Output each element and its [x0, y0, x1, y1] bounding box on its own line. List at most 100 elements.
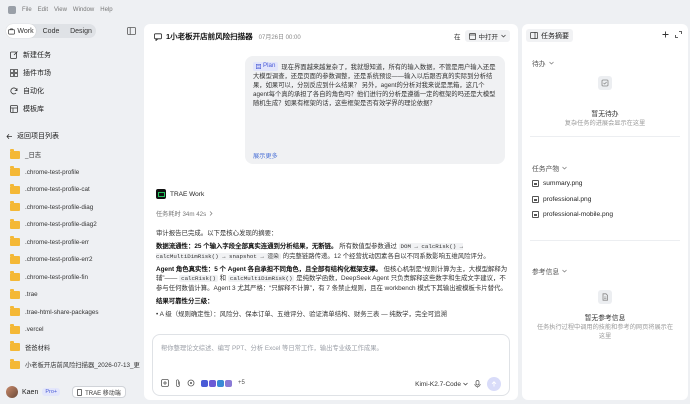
chevron-down-icon: [562, 166, 567, 170]
mode-work-tab[interactable]: Work: [6, 24, 36, 38]
menu-window[interactable]: Window: [73, 7, 94, 13]
plus-icon[interactable]: [662, 31, 669, 38]
model-label: Kimi-K2.7-Code: [415, 380, 461, 388]
nav-automation[interactable]: 自动化: [6, 82, 136, 100]
grid-icon: [10, 69, 18, 77]
nav-templates[interactable]: 模板库: [6, 100, 136, 118]
folder-icon: [10, 358, 20, 369]
sidebar-nav: 新建任务 插件市场 自动化 模板库: [6, 46, 136, 118]
project-item[interactable]: 爸爸材料: [6, 339, 140, 357]
message-composer[interactable]: 帮你整理论文综述、编写 PPT、分析 Excel 等日常工作，输出专业级工作成果…: [152, 334, 510, 396]
plugin-icons[interactable]: [201, 379, 232, 387]
p2-code-1: calcRisk(): [179, 275, 218, 283]
menu-view[interactable]: View: [54, 7, 67, 13]
menu-edit[interactable]: Edit: [38, 7, 48, 13]
open-in-button[interactable]: 中打开: [464, 30, 510, 42]
todo-section-header[interactable]: 待办: [532, 58, 554, 68]
plugin-icon: [217, 379, 224, 387]
voice-icon[interactable]: [474, 380, 481, 388]
project-label: .chrome-test-profile-err: [25, 238, 90, 246]
project-label: _日志: [25, 152, 42, 160]
project-label: .trae: [25, 291, 38, 299]
collapse-sidebar-button[interactable]: [127, 27, 136, 35]
mobile-app-button[interactable]: TRAE 移动端: [72, 386, 126, 398]
app-logo-icon: [8, 6, 16, 14]
task-title[interactable]: 1小老板开店前风险扫描器: [166, 31, 253, 42]
chevron-right-icon: [209, 211, 213, 216]
show-more-link[interactable]: 展示更多: [253, 151, 278, 160]
mobile-app-label: TRAE 移动端: [85, 390, 121, 397]
project-item[interactable]: _日志: [6, 146, 140, 164]
paperclip-icon[interactable]: [175, 379, 181, 387]
project-item[interactable]: 小老板开店前风险扫描器_2026-07-13_更新: [6, 356, 140, 374]
tools-icon[interactable]: [187, 379, 195, 387]
chevron-down-icon: [501, 34, 506, 38]
nav-new-task[interactable]: 新建任务: [6, 46, 136, 64]
project-item[interactable]: .trae-html-share-packages: [6, 304, 140, 322]
menu-help[interactable]: Help: [100, 7, 112, 13]
user-message-text: 现在界面越来越复杂了，我就想知道，所有的输入数据，不管是用户输入还是大模型调查，…: [253, 63, 496, 108]
p3-item-text: A 级（规则确定性）：风险分、保本订单、五维评分、验证清单结构、财务三表 — 纯…: [159, 311, 447, 319]
folder-icon: [10, 341, 20, 352]
todo-title: 待办: [532, 61, 546, 68]
nav-new-task-label: 新建任务: [23, 52, 51, 59]
open-in-prefix: 在: [454, 34, 461, 41]
report-paragraph-2: Agent 角色真实性：5 个 Agent 各自承担不同角色，且全部有结构化框架…: [156, 265, 508, 293]
empty-checklist-icon: [598, 76, 612, 90]
project-item[interactable]: .chrome-test-profile: [6, 164, 140, 182]
mode-design-tab[interactable]: Design: [66, 24, 96, 38]
project-label: .chrome-test-profile-diag2: [25, 221, 97, 229]
p2-code-2: calcMultiDimRisk(): [227, 275, 295, 283]
project-label: 小老板开店前风险扫描器_2026-07-13_更新: [25, 362, 140, 370]
p2-text-b: 和: [219, 275, 227, 283]
mode-code-label: Code: [42, 27, 60, 35]
project-item[interactable]: .trae: [6, 286, 140, 304]
more-plugins-count[interactable]: +5: [238, 380, 245, 386]
task-header: 1小老板开店前风险扫描器 07月26日 00:00 在 中打开: [144, 24, 518, 46]
project-label: .chrome-test-profile-fin: [25, 273, 88, 281]
main-panel: 1小老板开店前风险扫描器 07月26日 00:00 在 中打开 Plan 现在界…: [144, 24, 518, 400]
briefcase-icon: [8, 28, 16, 34]
nav-plugin-market[interactable]: 插件市场: [6, 64, 136, 82]
sidebar-toggle-icon: [127, 27, 136, 35]
elapsed-label: 任务耗时 34m 42s: [156, 211, 207, 218]
model-selector[interactable]: Kimi-K2.7-Code: [415, 381, 468, 388]
project-item[interactable]: .chrome-test-profile-diag2: [6, 216, 140, 234]
composer-placeholder[interactable]: 帮你整理论文综述、编写 PPT、分析 Excel 等日常工作，输出专业级工作成果…: [161, 343, 383, 352]
menu-file[interactable]: File: [22, 7, 32, 13]
tab-task-summary[interactable]: 任务摘要: [526, 29, 573, 42]
artifact-item[interactable]: summary.png: [532, 180, 582, 187]
avatar[interactable]: [6, 386, 18, 398]
send-button[interactable]: [487, 377, 501, 391]
project-item[interactable]: .chrome-test-profile-diag: [6, 199, 140, 217]
project-item[interactable]: .chrome-test-profile-cat: [6, 181, 140, 199]
artifact-item[interactable]: professional-mobile.png: [532, 211, 613, 218]
folder-icon: [10, 323, 20, 334]
artifacts-section-header[interactable]: 任务产物: [532, 163, 567, 173]
expand-icon[interactable]: [675, 31, 682, 38]
refs-empty-title: 暂无参考信息: [584, 315, 626, 322]
nav-automation-label: 自动化: [23, 88, 44, 95]
back-to-projects[interactable]: 返回项目列表: [6, 131, 59, 141]
project-item[interactable]: .chrome-test-profile-err2: [6, 251, 140, 269]
attach-file-icon[interactable]: [161, 379, 169, 387]
sidebar-toggle-icon: [530, 32, 538, 39]
project-label: .vercel: [25, 326, 44, 334]
project-item[interactable]: .chrome-test-profile-err: [6, 234, 140, 252]
chevron-down-icon: [562, 269, 567, 273]
user-name: Kaen: [22, 388, 39, 396]
elapsed-time[interactable]: 任务耗时 34m 42s: [156, 209, 213, 218]
report-list-item: • A 级（规则确定性）：风险分、保本订单、五维评分、验证清单结构、财务三表 —…: [156, 311, 447, 319]
project-item[interactable]: .chrome-test-profile-fin: [6, 269, 140, 287]
refs-section-header[interactable]: 参考信息: [532, 266, 567, 276]
project-label: .chrome-test-profile: [25, 168, 80, 176]
project-item[interactable]: .vercel: [6, 321, 140, 339]
chevron-down-icon: [463, 382, 468, 386]
artifact-name: summary.png: [543, 180, 583, 187]
mode-code-tab[interactable]: Code: [36, 24, 66, 38]
phone-icon: [77, 388, 83, 396]
image-file-icon: [532, 211, 539, 218]
artifact-item[interactable]: professional.png: [532, 196, 591, 203]
arrow-up-icon: [491, 381, 497, 387]
menu-bar: File Edit View Window Help: [8, 6, 113, 14]
